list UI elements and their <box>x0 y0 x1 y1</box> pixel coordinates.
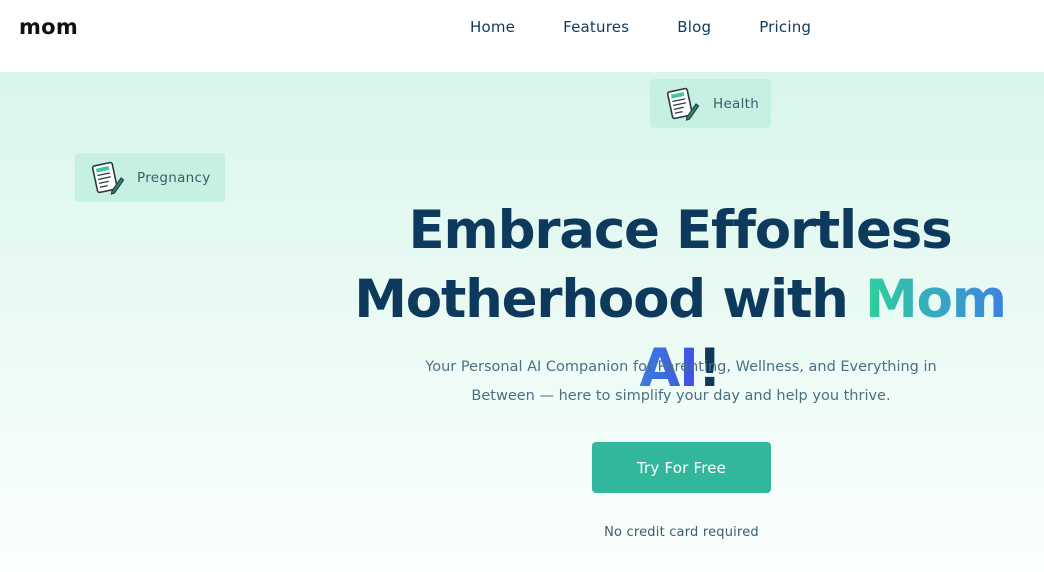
nav-pricing[interactable]: Pricing <box>759 18 811 36</box>
health-chip: Health <box>650 79 771 128</box>
logo[interactable]: mom <box>19 15 78 39</box>
no-credit-card-note: No credit card required <box>604 525 759 540</box>
pregnancy-chip: Pregnancy <box>75 153 225 202</box>
nav-blog[interactable]: Blog <box>677 18 711 36</box>
hero-subtitle: Your Personal AI Companion for Parenting… <box>425 359 937 404</box>
document-pen-icon <box>666 87 700 121</box>
nav-home[interactable]: Home <box>470 18 515 36</box>
main-nav: Home Features Blog Pricing <box>470 18 811 36</box>
hero-section: Health Pregnancy Embrace Effortless Moth… <box>0 72 1044 572</box>
site-header: mom Home Features Blog Pricing <box>0 0 1044 72</box>
pregnancy-chip-label: Pregnancy <box>137 169 211 186</box>
try-for-free-button[interactable]: Try For Free <box>592 442 771 493</box>
nav-features[interactable]: Features <box>563 18 629 36</box>
document-pen-icon <box>91 161 125 195</box>
headline-line1: Embrace Effortless <box>408 200 953 261</box>
health-chip-label: Health <box>713 95 760 112</box>
headline-line2: Motherhood with <box>354 269 865 330</box>
